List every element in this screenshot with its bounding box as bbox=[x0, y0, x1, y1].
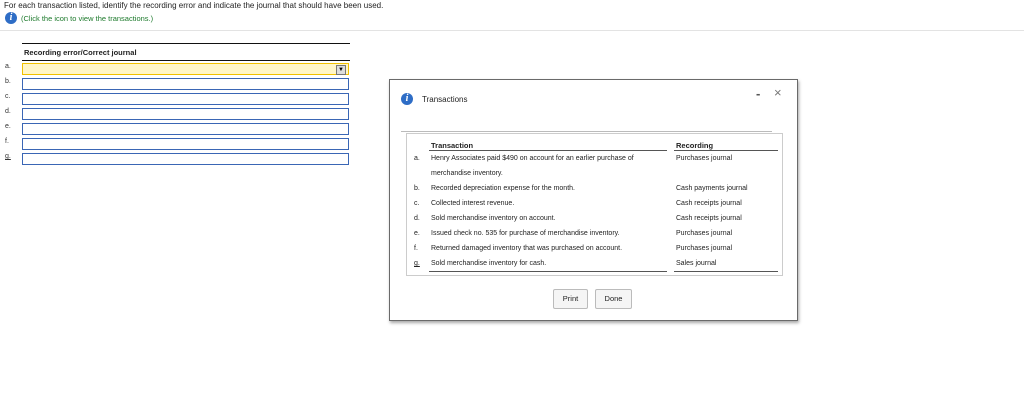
transaction-text: Returned damaged inventory that was purc… bbox=[431, 245, 623, 252]
row-label: d. bbox=[5, 108, 11, 115]
table-header-row: Transaction Recording bbox=[407, 134, 782, 151]
answer-row: d. bbox=[4, 106, 350, 121]
answer-table: Recording error/Correct journal a. ▼ b. … bbox=[4, 43, 350, 166]
hint-text[interactable]: (Click the icon to view the transactions… bbox=[21, 14, 153, 23]
recording-text: Cash payments journal bbox=[676, 185, 748, 192]
answer-dropdown-d[interactable] bbox=[22, 108, 349, 120]
transaction-text: Sold merchandise inventory on account. bbox=[431, 215, 556, 222]
view-transactions-link[interactable]: i (Click the icon to view the transactio… bbox=[5, 12, 153, 24]
close-icon[interactable]: × bbox=[774, 85, 782, 100]
table-row: f. Returned damaged inventory that was p… bbox=[407, 241, 782, 256]
done-button[interactable]: Done bbox=[595, 289, 632, 309]
row-label: a. bbox=[5, 63, 11, 70]
footer-rule bbox=[674, 271, 778, 272]
dialog-header: i Transactions bbox=[401, 93, 468, 105]
print-button[interactable]: Print bbox=[553, 289, 588, 309]
answer-dropdown-e[interactable] bbox=[22, 123, 349, 135]
answer-row: a. ▼ bbox=[4, 61, 350, 76]
row-label: c. bbox=[5, 93, 11, 100]
answer-row: b. bbox=[4, 76, 350, 91]
answer-row: e. bbox=[4, 121, 350, 136]
row-label: e. bbox=[414, 230, 420, 237]
recording-text: Purchases journal bbox=[676, 230, 733, 237]
info-icon: i bbox=[401, 93, 413, 105]
answer-dropdown-f[interactable] bbox=[22, 138, 349, 150]
recording-text: Purchases journal bbox=[676, 155, 733, 162]
recording-text: Cash receipts journal bbox=[676, 215, 742, 222]
dialog-title: Transactions bbox=[422, 94, 468, 104]
table-row: g. Sold merchandise inventory for cash. … bbox=[407, 256, 782, 271]
info-icon[interactable]: i bbox=[5, 12, 17, 24]
answer-dropdown-a[interactable]: ▼ bbox=[22, 63, 349, 75]
table-row: c. Collected interest revenue. Cash rece… bbox=[407, 196, 782, 211]
transaction-text: Recorded depreciation expense for the mo… bbox=[431, 185, 575, 192]
column-header: Recording error/Correct journal bbox=[24, 48, 137, 57]
recording-text: Cash receipts journal bbox=[676, 200, 742, 207]
answer-dropdown-b[interactable] bbox=[22, 78, 349, 90]
dialog-divider bbox=[401, 131, 772, 132]
footer-rule bbox=[429, 271, 667, 272]
divider bbox=[0, 30, 1024, 31]
row-label: a. bbox=[414, 155, 420, 162]
row-label: f. bbox=[414, 245, 418, 252]
transaction-text: Henry Associates paid $490 on account fo… bbox=[431, 155, 634, 177]
answer-row: f. bbox=[4, 136, 350, 151]
instructions: For each transaction listed, identify th… bbox=[4, 1, 384, 10]
transaction-text: Collected interest revenue. bbox=[431, 200, 515, 207]
row-label: c. bbox=[414, 200, 420, 207]
dropdown-arrow-icon[interactable]: ▼ bbox=[336, 65, 346, 75]
col-header-transaction: Transaction bbox=[431, 141, 474, 150]
row-label: d. bbox=[414, 215, 420, 222]
row-label: b. bbox=[414, 185, 420, 192]
answer-row: c. bbox=[4, 91, 350, 106]
recording-text: Sales journal bbox=[676, 260, 717, 267]
table-row: a. Henry Associates paid $490 on account… bbox=[407, 151, 782, 181]
recording-text: Purchases journal bbox=[676, 245, 733, 252]
transactions-table: Transaction Recording a. Henry Associate… bbox=[406, 133, 783, 276]
answer-dropdown-g[interactable] bbox=[22, 153, 349, 165]
table-row: e. Issued check no. 535 for purchase of … bbox=[407, 226, 782, 241]
minimize-icon[interactable]: - bbox=[756, 86, 760, 101]
transaction-text: Issued check no. 535 for purchase of mer… bbox=[431, 230, 620, 237]
answer-row: g. bbox=[4, 151, 350, 166]
transactions-dialog: i Transactions - × Transaction Recording… bbox=[389, 79, 798, 321]
col-header-recording: Recording bbox=[676, 141, 714, 150]
table-row: d. Sold merchandise inventory on account… bbox=[407, 211, 782, 226]
transaction-text: Sold merchandise inventory for cash. bbox=[431, 260, 547, 267]
table-row: b. Recorded depreciation expense for the… bbox=[407, 181, 782, 196]
row-label: g. bbox=[414, 260, 420, 267]
row-label: f. bbox=[5, 138, 9, 145]
row-label: b. bbox=[5, 78, 11, 85]
row-label: e. bbox=[5, 123, 11, 130]
answer-dropdown-c[interactable] bbox=[22, 93, 349, 105]
row-label: g. bbox=[5, 153, 11, 160]
